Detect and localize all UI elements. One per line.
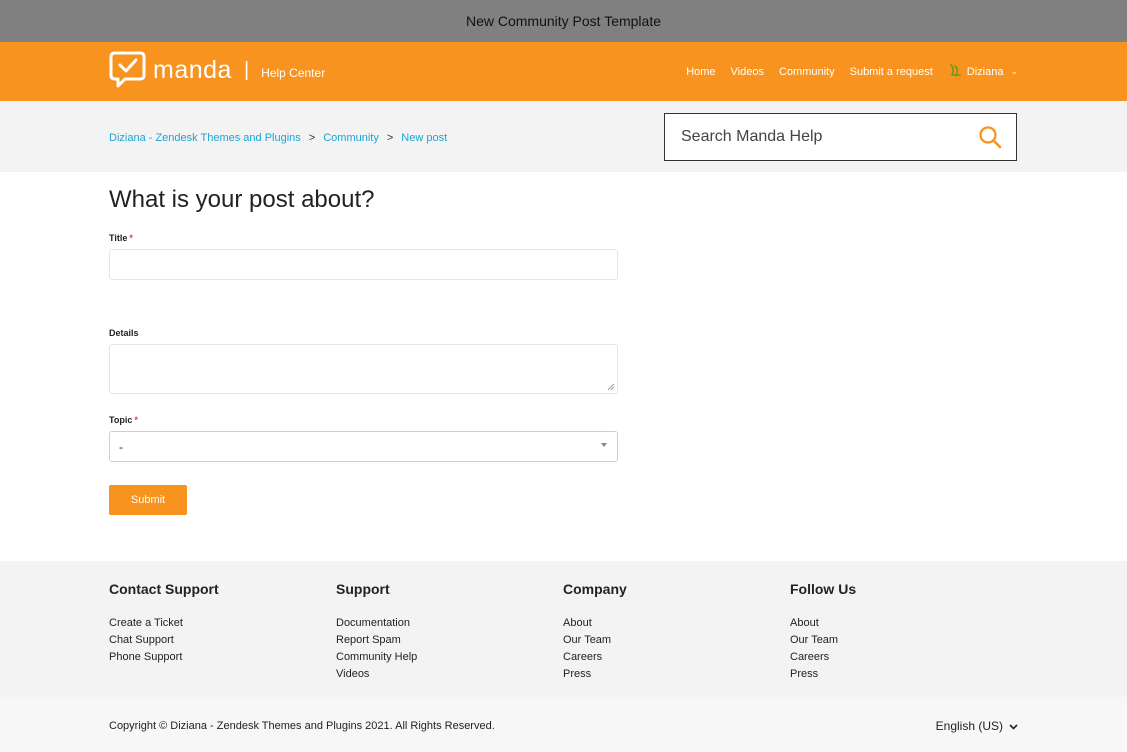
footer-column-contact-support: Contact Support Create a Ticket Chat Sup… (109, 581, 219, 666)
footer-link[interactable]: Press (790, 666, 856, 683)
topic-label-text: Topic (109, 415, 133, 425)
submit-button[interactable]: Submit (109, 485, 187, 515)
footer-column-support: Support Documentation Report Spam Commun… (336, 581, 417, 683)
bottom-bar: Copyright © Diziana - Zendesk Themes and… (0, 697, 1127, 752)
footer-link[interactable]: Videos (336, 666, 417, 683)
footer-link[interactable]: Report Spam (336, 632, 417, 649)
topic-label: Topic * (109, 415, 618, 425)
nav-videos[interactable]: Videos (731, 66, 764, 78)
topic-select[interactable]: - (109, 431, 618, 462)
copyright-text: Copyright © Diziana - Zendesk Themes and… (109, 720, 495, 732)
footer-column-title: Follow Us (790, 581, 857, 597)
user-menu[interactable]: Diziana ⌄ (947, 62, 1018, 81)
nav-submit-request[interactable]: Submit a request (850, 66, 933, 78)
footer-column-title: Support (336, 581, 390, 597)
user-name: Diziana (966, 65, 1004, 78)
logo-subtitle: Help Center (261, 66, 326, 80)
details-label: Details (109, 328, 139, 338)
footer-column-title: Contact Support (109, 581, 219, 597)
logo[interactable]: manda | Help Center (109, 50, 325, 90)
nav-community[interactable]: Community (779, 66, 835, 78)
sub-header: Diziana - Zendesk Themes and Plugins > C… (0, 101, 1127, 172)
language-selector[interactable]: English (US) (936, 719, 1018, 733)
window-titlebar: New Community Post Template (0, 0, 1127, 42)
footer-link[interactable]: Community Help (336, 649, 417, 666)
footer-link[interactable]: Documentation (336, 615, 417, 632)
main-nav: Home Videos Community Submit a request D… (686, 42, 1018, 101)
required-mark: * (129, 233, 133, 243)
caret-down-icon (601, 443, 607, 447)
chevron-down-icon: ⌄ (1010, 66, 1018, 76)
footer-column-company: Company About Our Team Careers Press (563, 581, 627, 683)
footer: Contact Support Create a Ticket Chat Sup… (0, 561, 1127, 697)
title-input[interactable] (109, 249, 618, 280)
user-avatar-icon (947, 62, 963, 81)
required-mark: * (134, 415, 138, 425)
footer-link[interactable]: About (790, 615, 856, 632)
footer-link[interactable]: Our Team (563, 632, 627, 649)
footer-link[interactable]: Our Team (790, 632, 856, 649)
footer-link[interactable]: About (563, 615, 627, 632)
page-title: What is your post about? (109, 186, 375, 213)
footer-column-title: Company (563, 581, 627, 597)
post-form: What is your post about? Title * Details … (109, 186, 618, 515)
site-header: manda | Help Center Home Videos Communit… (0, 42, 1127, 101)
footer-link[interactable]: Press (563, 666, 627, 683)
breadcrumb-item-community[interactable]: Community (323, 132, 379, 144)
chevron-down-icon (1009, 719, 1018, 733)
language-label: English (US) (935, 719, 1003, 733)
breadcrumb-item-home[interactable]: Diziana - Zendesk Themes and Plugins (109, 132, 301, 144)
footer-link[interactable]: Phone Support (109, 649, 219, 666)
logo-separator: | (243, 58, 250, 81)
search-input[interactable] (681, 128, 961, 146)
window-title: New Community Post Template (465, 13, 662, 29)
footer-link[interactable]: Careers (790, 649, 856, 666)
breadcrumb-item-new-post[interactable]: New post (401, 132, 447, 144)
search-box (664, 113, 1017, 161)
details-textarea[interactable] (109, 344, 618, 394)
breadcrumb: Diziana - Zendesk Themes and Plugins > C… (109, 132, 447, 144)
breadcrumb-separator: > (386, 132, 394, 144)
breadcrumb-separator: > (308, 132, 316, 144)
footer-column-follow-us: Follow Us About Our Team Careers Press (790, 581, 856, 683)
footer-link[interactable]: Create a Ticket (109, 615, 219, 632)
logo-text: manda (153, 55, 232, 84)
title-label: Title * (109, 233, 618, 243)
nav-home[interactable]: Home (686, 66, 715, 78)
title-label-text: Title (109, 233, 128, 243)
footer-link[interactable]: Chat Support (109, 632, 219, 649)
topic-select-value: - (119, 439, 123, 454)
search-icon[interactable] (978, 125, 1002, 154)
chat-check-icon (109, 50, 146, 90)
resize-grip-icon[interactable] (607, 383, 615, 391)
footer-link[interactable]: Careers (563, 649, 627, 666)
